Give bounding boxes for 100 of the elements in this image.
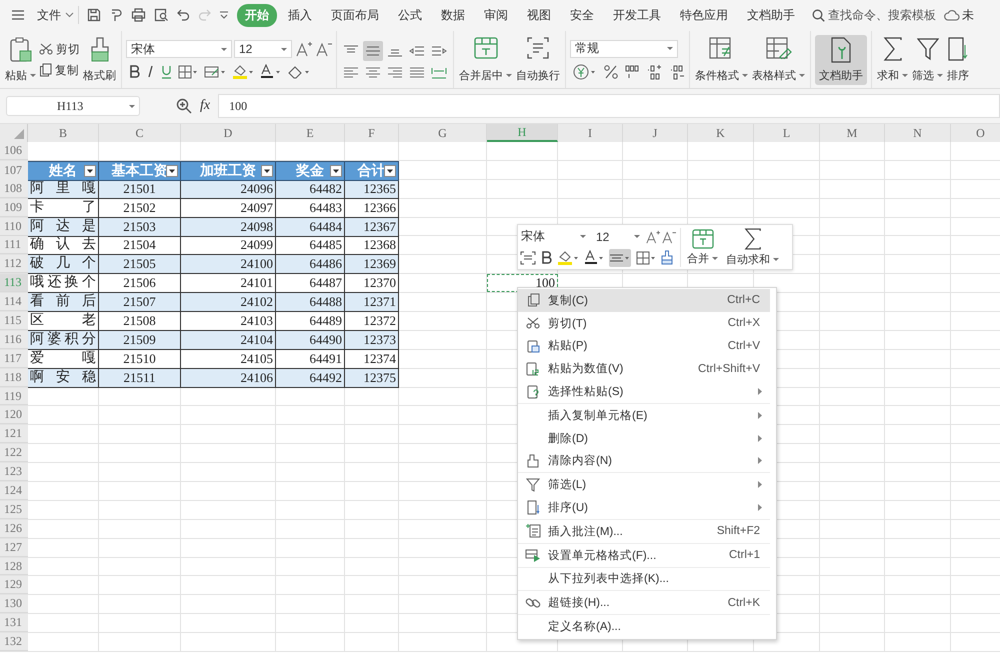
row-header[interactable]: 127 (0, 538, 28, 557)
underline-icon[interactable] (161, 64, 172, 78)
row-header[interactable]: 120 (0, 406, 28, 424)
ribbon-tab[interactable]: 特色应用 (672, 4, 736, 26)
row-header[interactable]: 123 (0, 463, 28, 482)
name-box[interactable]: H113 (6, 96, 140, 116)
font-name-field[interactable]: 宋体 (126, 40, 232, 58)
save-icon[interactable] (87, 8, 101, 22)
merge-button[interactable]: 合并 (685, 228, 720, 266)
align-center-button[interactable] (609, 248, 631, 266)
currency-icon[interactable] (573, 64, 597, 80)
menu-item[interactable]: 从下拉列表中选择(K)... (518, 568, 770, 590)
paste-button[interactable]: 粘贴 (4, 34, 37, 84)
menu-item[interactable]: 插入批注(M)... Shift+F2 (518, 520, 770, 543)
print-icon[interactable] (131, 8, 146, 22)
number-format-field[interactable]: 常规 (570, 40, 678, 58)
menu-item[interactable]: 插入复制单元格(E) (518, 404, 770, 427)
fill-color-icon[interactable] (232, 64, 254, 79)
row-header[interactable]: 110 (0, 218, 28, 236)
menu-item[interactable]: 超链接(H)... Ctrl+K (518, 591, 770, 614)
vertical-align-button[interactable] (363, 40, 383, 60)
sum-button[interactable]: 求和 (876, 34, 909, 84)
menu-item[interactable]: 定义名称(A)... (518, 615, 770, 638)
copy-button[interactable]: 复制 (39, 62, 80, 78)
wrap-text-icon[interactable] (520, 250, 536, 264)
font-color-icon[interactable] (584, 250, 604, 265)
increase-font-icon[interactable] (296, 41, 312, 57)
command-search[interactable]: 查找命令、搜索模板 (828, 6, 936, 24)
ribbon-tab[interactable]: 文档助手 (739, 4, 803, 26)
font-size-field[interactable]: 12 (234, 40, 292, 58)
row-header[interactable]: 117 (0, 350, 28, 368)
row-header[interactable]: 115 (0, 312, 28, 330)
justify-icon[interactable] (409, 66, 425, 78)
ribbon-tab[interactable]: 公式 (390, 4, 430, 26)
table-style-button[interactable]: 表格样式 (751, 34, 806, 84)
format-painter-button[interactable]: 格式刷 (82, 34, 117, 84)
fill-color-icon[interactable] (557, 250, 579, 265)
menu-item[interactable]: 剪切(T) Ctrl+X (518, 312, 770, 335)
decrease-font-icon[interactable] (662, 230, 676, 244)
row-header[interactable]: 112 (0, 255, 28, 274)
row-header[interactable]: 125 (0, 500, 28, 519)
conditional-format-button[interactable]: 条件格式 (694, 34, 749, 84)
autosum-button[interactable]: 自动求和 (724, 228, 781, 266)
align-left-icon[interactable] (343, 66, 359, 78)
undo-icon[interactable] (177, 9, 190, 21)
row-header[interactable]: 116 (0, 330, 28, 349)
customize-icon[interactable] (219, 10, 229, 20)
border-icon[interactable] (636, 250, 656, 264)
row-header[interactable]: 118 (0, 368, 28, 387)
menu-item[interactable]: 选择性粘贴(S) (518, 380, 770, 403)
row-header[interactable]: 126 (0, 520, 28, 538)
print-preview-icon[interactable] (154, 8, 169, 22)
sync-status[interactable]: 未 (962, 6, 974, 24)
bold-icon[interactable] (129, 65, 140, 78)
file-menu[interactable]: 文件 (37, 6, 61, 24)
distribute-icon[interactable] (431, 66, 447, 78)
cloud-icon[interactable] (944, 9, 960, 21)
function-label[interactable]: fx (200, 98, 210, 114)
increase-font-icon[interactable] (646, 230, 660, 244)
row-header[interactable]: 130 (0, 595, 28, 614)
filter-dropdown-icon[interactable] (384, 164, 396, 177)
row-header[interactable]: 122 (0, 444, 28, 462)
menu-item[interactable]: 设置单元格格式(F)... Ctrl+1 (518, 544, 770, 567)
zoom-icon[interactable] (176, 98, 192, 114)
ribbon-tab[interactable]: 页面布局 (323, 4, 387, 26)
search-icon[interactable] (812, 8, 825, 22)
ribbon-tab[interactable]: 视图 (519, 4, 559, 26)
sort-button[interactable]: 排序 (946, 34, 970, 84)
decrease-decimal-icon[interactable] (669, 64, 685, 80)
row-header[interactable]: 111 (0, 236, 28, 254)
row-header[interactable]: 124 (0, 482, 28, 500)
menu-item[interactable]: 清除内容(N) (518, 450, 770, 472)
merge-center-button[interactable]: 合并居中 (458, 34, 513, 84)
row-header[interactable]: 108 (0, 180, 28, 198)
row-header[interactable]: 107 (0, 160, 28, 181)
align-center-icon[interactable] (365, 66, 381, 78)
brush-icon[interactable] (661, 250, 673, 265)
cell-style-icon[interactable] (204, 64, 226, 78)
bold-icon[interactable] (541, 251, 552, 264)
chevron-down-icon[interactable] (65, 12, 74, 18)
menu-item[interactable]: 粘贴(P) Ctrl+V (518, 334, 770, 358)
row-header[interactable]: 121 (0, 425, 28, 444)
filter-dropdown-icon[interactable] (330, 164, 342, 177)
row-header[interactable]: 114 (0, 293, 28, 312)
italic-icon[interactable] (146, 65, 155, 78)
percent-icon[interactable] (604, 64, 618, 80)
ribbon-tab[interactable]: 数据 (433, 4, 473, 26)
ribbon-tab[interactable]: 开发工具 (605, 4, 669, 26)
ribbon-tab[interactable]: 审阅 (476, 4, 516, 26)
menu-item[interactable]: 筛选(L) (518, 473, 770, 496)
menu-item[interactable]: 复制(C) Ctrl+C (518, 289, 770, 312)
cut-button[interactable]: 剪切 (39, 42, 80, 56)
formula-input[interactable]: 100 (218, 94, 1000, 118)
menu-item[interactable]: 粘贴为数值(V) Ctrl+Shift+V (518, 357, 770, 380)
filter-dropdown-icon[interactable] (166, 164, 178, 177)
doc-assistant-button[interactable]: 文档助手 (815, 34, 867, 84)
row-header[interactable]: 109 (0, 198, 28, 217)
format-icon[interactable] (109, 8, 123, 22)
filter-button[interactable]: 筛选 (911, 34, 944, 84)
wrap-text-button[interactable]: 自动换行 (515, 34, 561, 84)
